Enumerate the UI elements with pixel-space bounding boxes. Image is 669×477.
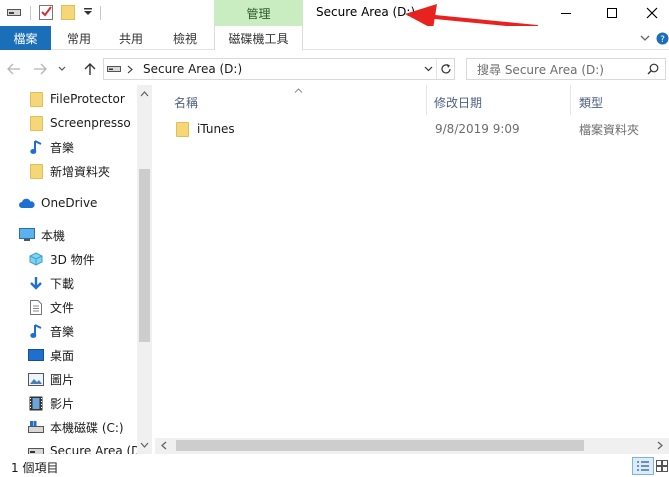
refresh-icon[interactable]	[436, 59, 454, 79]
folder-icon	[28, 115, 44, 131]
navigation-pane: FileProtector Screenpresso 音樂 新增資料夾 OneD…	[0, 85, 152, 454]
breadcrumb-current[interactable]: Secure Area (D:)	[143, 62, 242, 76]
computer-icon	[19, 227, 35, 243]
cloud-icon	[19, 195, 35, 211]
svg-text:?: ?	[660, 35, 665, 45]
ribbon-tabs: 檔案 常用 共用 檢視 磁碟機工具 ?	[0, 26, 669, 50]
title-bar: 管理 Secure Area (D:)	[0, 0, 669, 26]
new-folder-icon[interactable]	[60, 4, 76, 20]
back-button[interactable]	[4, 57, 24, 81]
tab-file[interactable]: 檔案	[0, 26, 51, 50]
tab-view[interactable]: 檢視	[163, 26, 207, 50]
address-history-chevron-icon[interactable]	[420, 66, 436, 72]
sidebar-scrollbar-thumb[interactable]	[139, 169, 150, 342]
sort-ascending-icon	[292, 86, 304, 94]
column-divider[interactable]	[570, 85, 571, 115]
search-icon[interactable]	[647, 63, 659, 75]
drive-icon	[104, 65, 124, 73]
sidebar-item-onedrive[interactable]: OneDrive	[19, 193, 97, 213]
tab-drive-tools[interactable]: 磁碟機工具	[214, 26, 303, 50]
scroll-down-arrow-icon[interactable]	[139, 439, 150, 451]
sidebar-item-local-disk-c[interactable]: 本機磁碟 (C:)	[28, 417, 124, 437]
sidebar-item-this-pc[interactable]: 本機	[19, 225, 65, 245]
file-modified-cell: 9/8/2019 9:09	[435, 122, 520, 136]
sidebar-item-secure-area-d[interactable]: Secure Area (D:)	[28, 441, 149, 454]
picture-icon	[28, 371, 44, 387]
column-header-modified[interactable]: 修改日期	[434, 93, 482, 111]
large-icons-view-button[interactable]	[655, 457, 669, 475]
tab-share[interactable]: 共用	[109, 26, 153, 50]
sidebar-item-screenpresso[interactable]: Screenpresso	[28, 113, 131, 133]
sidebar-item-3d-objects[interactable]: 3D 物件	[28, 249, 95, 269]
manage-context-tab[interactable]: 管理	[214, 0, 303, 26]
sidebar-item-downloads[interactable]: 下載	[28, 273, 74, 293]
horizontal-scrollbar-thumb[interactable]	[176, 440, 584, 451]
file-list	[155, 85, 669, 454]
music-icon	[28, 323, 44, 339]
scroll-right-arrow-icon[interactable]	[654, 440, 666, 451]
large-icons-view-icon	[656, 460, 668, 472]
desktop-icon	[28, 347, 44, 363]
windows-drive-icon	[28, 419, 44, 435]
document-icon	[28, 299, 44, 315]
scroll-up-arrow-icon[interactable]	[139, 88, 150, 100]
cube-icon	[28, 251, 44, 267]
sidebar-item-desktop[interactable]: 桌面	[28, 345, 74, 365]
download-icon	[28, 275, 44, 291]
details-view-icon	[637, 461, 649, 471]
recent-locations-button[interactable]	[56, 57, 68, 81]
film-icon	[28, 395, 44, 411]
item-count: 1 個項目	[11, 461, 59, 475]
drive-icon[interactable]	[6, 4, 22, 20]
address-bar[interactable]: Secure Area (D:)	[103, 58, 455, 80]
help-icon[interactable]: ?	[656, 30, 669, 46]
sidebar-item-new-folder[interactable]: 新增資料夾	[28, 161, 110, 181]
expand-ribbon-icon[interactable]	[638, 30, 652, 46]
quick-access-dropdown-icon[interactable]	[80, 4, 96, 20]
folder-icon	[176, 121, 192, 137]
music-icon	[28, 139, 44, 155]
column-divider[interactable]	[426, 85, 427, 115]
details-view-button[interactable]	[632, 457, 654, 475]
minimize-button[interactable]	[543, 0, 589, 26]
sidebar-item-videos[interactable]: 影片	[28, 393, 74, 413]
breadcrumb-chevron-icon[interactable]	[124, 65, 136, 74]
sidebar-item-fileprotector[interactable]: FileProtector	[28, 89, 125, 109]
close-button[interactable]	[635, 0, 669, 26]
sidebar-item-music[interactable]: 音樂	[28, 321, 74, 341]
maximize-button[interactable]	[589, 0, 635, 26]
sidebar-item-documents[interactable]: 文件	[28, 297, 74, 317]
sidebar-item-music-quick[interactable]: 音樂	[28, 137, 74, 157]
up-button[interactable]	[80, 57, 100, 81]
status-bar	[0, 455, 669, 477]
window-title: Secure Area (D:)	[316, 5, 416, 19]
tab-home[interactable]: 常用	[57, 26, 101, 50]
scroll-left-arrow-icon[interactable]	[158, 440, 170, 451]
column-header-name[interactable]: 名稱	[174, 93, 198, 111]
column-header-type[interactable]: 類型	[579, 93, 603, 111]
folder-icon	[28, 163, 44, 179]
file-name-cell[interactable]: iTunes	[176, 121, 235, 137]
forward-button[interactable]	[30, 57, 50, 81]
search-placeholder[interactable]: 搜尋 Secure Area (D:)	[477, 61, 604, 78]
file-type-cell: 檔案資料夾	[579, 122, 640, 137]
search-box[interactable]: 搜尋 Secure Area (D:)	[466, 58, 666, 80]
properties-icon[interactable]	[38, 4, 54, 20]
folder-icon	[28, 91, 44, 107]
sidebar-item-pictures[interactable]: 圖片	[28, 369, 74, 389]
drive-icon	[28, 443, 44, 454]
